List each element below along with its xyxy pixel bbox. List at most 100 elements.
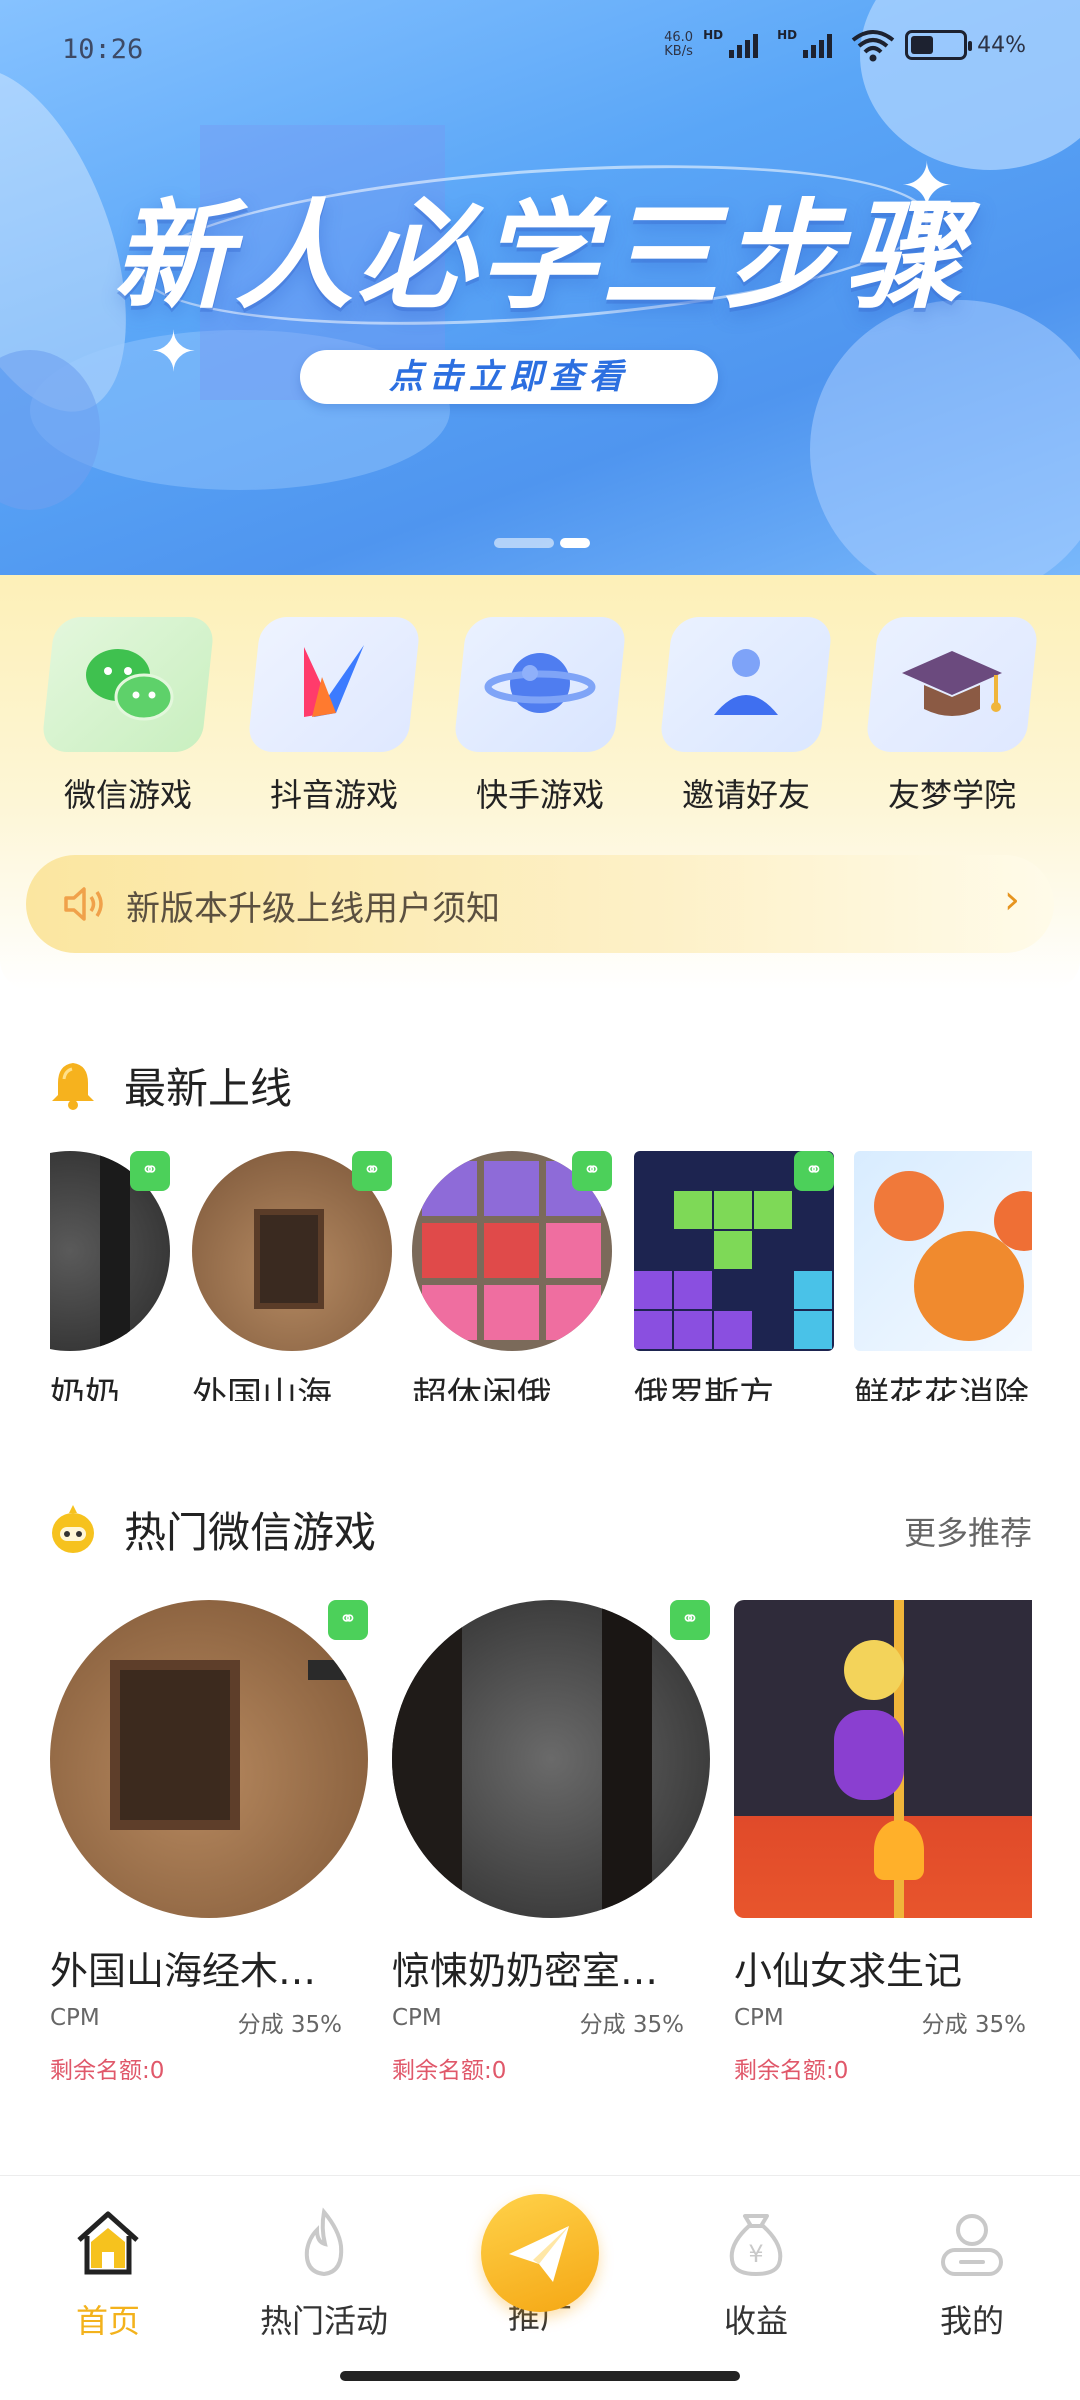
banner-decor [810,300,1080,575]
quick-item-label: 抖音游戏 [269,776,398,814]
tab-profile[interactable]: 我的 [882,2206,1062,2342]
network-speed: 46.0 KB/s [664,31,693,59]
billing-type: CPM [734,2005,784,2031]
hd-badge: HD [777,28,798,42]
game-title: 超休闲俄… [412,1376,588,1401]
status-time: 10:26 [62,34,144,65]
game-title: 惊悚奶奶密室… [392,1949,659,1993]
game-title: 鲜花花消除 [854,1376,1030,1401]
tab-home[interactable]: 首页 [18,2206,198,2342]
link-badge-icon: ⚭ [130,1151,170,1191]
quick-item-label: 友梦学院 [887,776,1016,814]
top-banner[interactable]: 10:26 46.0 KB/s HD HD 44% 新人必学三步骤 ✦ ✦ 点击… [0,0,1080,575]
game-meta: CPM 分成 35% [50,2005,342,2039]
announcement-bar[interactable]: 新版本升级上线用户须知 › [26,855,1054,953]
hot-game-card[interactable]: ⚭ 小仙女求生记 CPM 分成 35% 剩余名额:0 [734,1600,1032,2080]
more-recommendations-link[interactable]: 更多推荐 [904,1508,1032,1554]
paper-plane-icon [509,2226,569,2282]
section-header-latest: 最新上线 [48,1055,292,1115]
speaker-icon [64,887,103,921]
game-thumbnail [854,1151,1032,1351]
promote-fab[interactable] [481,2194,599,2312]
tab-earnings[interactable]: ¥ 收益 [666,2206,846,2342]
chevron-right-icon: › [1004,877,1020,923]
revenue-share: 分成 35% [237,2012,342,2038]
banner-pagination [494,538,590,548]
latest-game-card[interactable]: ⚭ 外国山海… [192,1151,392,1401]
billing-type: CPM [392,2005,442,2031]
latest-game-card[interactable]: ⚭ 超休闲俄… [412,1151,612,1401]
game-thumbnail [392,1600,710,1918]
game-title: 俄罗斯方… [634,1376,810,1401]
link-badge-icon: ⚭ [572,1151,612,1191]
profile-icon [941,2214,1003,2276]
hot-game-card[interactable]: ⚭ 惊悚奶奶密室… CPM 分成 35% 剩余名额:0 [392,1600,710,2080]
latest-games-carousel[interactable]: ⚭ 奶奶… ⚭ 外国山海… ⚭ 超休闲俄… ⚭ 俄罗斯方… 鲜花花消除 [50,1151,1032,1401]
tab-label: 首页 [75,2302,140,2340]
quick-item-label: 微信游戏 [63,776,192,814]
announcement-text: 新版本升级上线用户须知 [126,889,500,929]
hot-wechat-games-carousel[interactable]: ⚭ 外国山海经木… CPM 分成 35% 剩余名额:0 ⚭ 惊悚奶奶密室… CP… [50,1600,1032,2080]
sparkle-icon: ✦ [150,320,197,385]
link-badge-icon: ⚭ [794,1151,834,1191]
signal-icon [803,34,833,58]
pagination-dot[interactable] [494,538,554,548]
douyin-icon [246,617,422,752]
tab-label: 收益 [723,2302,788,2340]
quick-item-invite-friends[interactable]: 邀请好友 [658,617,834,816]
latest-game-card[interactable]: ⚭ 鲜花花消除 [854,1151,1032,1401]
wifi-icon [851,30,895,62]
section-title: 热门微信游戏 [124,1507,377,1557]
game-title: 奶奶… [50,1376,156,1401]
tab-promote[interactable]: 推广 [450,2194,630,2338]
latest-game-card[interactable]: ⚭ 奶奶… [50,1151,170,1401]
revenue-share: 分成 35% [921,2012,1026,2038]
game-meta: CPM 分成 35% [392,2005,684,2039]
tab-hot-activities[interactable]: 热门活动 [234,2206,414,2342]
status-indicators: 46.0 KB/s HD HD 44% [664,28,1026,62]
remaining-quota: 剩余名额:0 [392,2058,507,2080]
quick-item-label: 邀请好友 [681,776,810,814]
main-content: 最新上线 ⚭ 奶奶… ⚭ 外国山海… ⚭ 超休闲俄… ⚭ 俄罗斯方… 鲜花花消除… [0,1005,1080,2175]
section-header-hot-wechat: 热门微信游戏 [48,1499,376,1559]
signal-icon [729,34,759,58]
kuaishou-planet-icon [452,617,628,752]
quick-item-wechat-games[interactable]: 微信游戏 [40,617,216,816]
home-indicator[interactable] [340,2371,740,2381]
network-speed-unit: KB/s [664,44,693,59]
section-title: 最新上线 [124,1063,293,1113]
link-badge-icon: ⚭ [352,1151,392,1191]
quick-item-douyin-games[interactable]: 抖音游戏 [246,617,422,816]
home-icon [77,2211,139,2275]
banner-cta-button[interactable]: 点击立即查看 [300,350,718,404]
pagination-dot-active[interactable] [560,538,590,548]
network-speed-value: 46.0 [664,30,694,45]
quick-item-label: 快手游戏 [475,776,604,814]
quick-item-youmeng-academy[interactable]: 友梦学院 [864,617,1040,816]
revenue-share: 分成 35% [579,2012,684,2038]
link-badge-icon: ⚭ [670,1600,710,1640]
tab-label: 热门活动 [259,2302,388,2340]
quick-item-kuaishou-games[interactable]: 快手游戏 [452,617,628,816]
game-thumbnail [734,1600,1032,1918]
quick-menu: 微信游戏 抖音游戏 快手游戏 邀请好友 友梦学院 新版本升级上线用户须知 › [0,575,1080,990]
invite-user-icon [658,617,834,752]
battery-icon [905,30,973,60]
flame-icon [304,2207,344,2277]
sparkle-icon: ✦ [900,150,954,224]
billing-type: CPM [50,2005,100,2031]
remaining-quota: 剩余名额:0 [50,2058,165,2080]
svg-text:¥: ¥ [748,2240,763,2268]
link-badge-icon: ⚭ [328,1600,368,1640]
status-bar: 10:26 46.0 KB/s HD HD 44% [0,0,1080,100]
battery-percent: 44% [977,32,1026,58]
game-title: 外国山海… [192,1376,368,1401]
hd-badge: HD [703,28,724,42]
game-thumbnail [50,1600,368,1918]
hot-game-card[interactable]: ⚭ 外国山海经木… CPM 分成 35% 剩余名额:0 [50,1600,368,2080]
game-title: 外国山海经木… [50,1949,317,1993]
bell-icon [52,1063,94,1110]
latest-game-card[interactable]: ⚭ 俄罗斯方… [634,1151,834,1401]
bottom-tab-bar: 首页 热门活动 推广 ¥ 收益 我的 [0,2175,1080,2400]
wechat-icon [40,617,216,752]
